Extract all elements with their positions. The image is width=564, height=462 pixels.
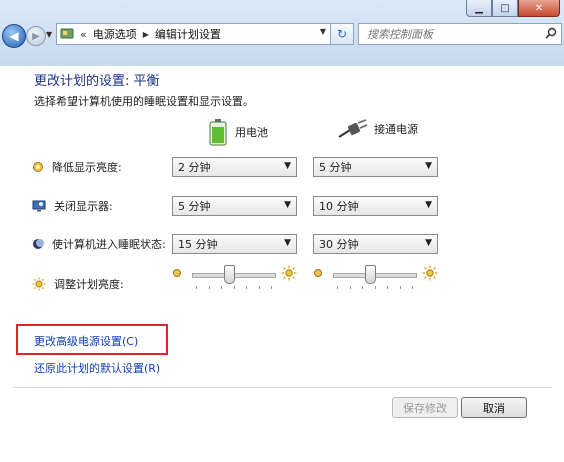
title-address-bar: ▁ □ ✕ ◀ ▶ ▼ « 电源选项 ▶ 编辑计划设置 ▼ ↻ <box>0 0 564 66</box>
arrow-left-icon: ◀ <box>9 29 19 43</box>
slider-thumb[interactable] <box>224 265 236 284</box>
close-button[interactable]: ✕ <box>518 0 560 17</box>
slider-thumb[interactable] <box>365 265 377 284</box>
brightness-high-icon <box>422 265 438 281</box>
chevron-down-icon: ▼ <box>284 200 291 210</box>
back-button[interactable]: ◀ <box>2 24 26 48</box>
brightness-low-icon <box>173 269 181 277</box>
address-overflow-chevron[interactable]: « <box>80 28 87 41</box>
turn-off-display-plugged-in-value: 10 分钟 <box>319 200 359 213</box>
power-plug-icon <box>338 119 368 138</box>
breadcrumb-edit-plan-settings[interactable]: 编辑计划设置 <box>155 26 221 42</box>
footer-divider <box>12 387 552 388</box>
sleep-plugged-in-select[interactable]: 30 分钟 ▼ <box>313 234 438 254</box>
breadcrumb-separator-icon[interactable]: ▶ <box>143 30 149 39</box>
brightness-label: 调整计划亮度: <box>54 278 124 291</box>
search-input[interactable] <box>365 26 539 42</box>
recent-pages-dropdown[interactable]: ▼ <box>46 30 52 39</box>
turn-off-display-plugged-in-select[interactable]: 10 分钟 ▼ <box>313 196 438 216</box>
sleep-battery-select[interactable]: 15 分钟 ▼ <box>172 234 297 254</box>
window-controls: ▁ □ ✕ <box>466 0 560 18</box>
minimize-button[interactable]: ▁ <box>466 0 492 17</box>
control-panel-icon <box>60 28 74 39</box>
page-description: 选择希望计算机使用的睡眠设置和显示设置。 <box>34 95 254 108</box>
forward-button[interactable]: ▶ <box>26 26 46 46</box>
sleep-plugged-in-value: 30 分钟 <box>319 238 359 251</box>
slider-ticks <box>196 286 272 289</box>
chevron-down-icon: ▼ <box>425 238 432 248</box>
chevron-down-icon: ▼ <box>284 238 291 248</box>
slider-ticks <box>337 286 413 289</box>
row-label-turn-off-display: 关闭显示器: <box>32 198 113 214</box>
turn-off-display-label: 关闭显示器: <box>54 200 113 213</box>
row-label-brightness: 调整计划亮度: <box>32 276 124 292</box>
minimize-icon: ▁ <box>475 2 483 14</box>
page-title: 更改计划的设置: 平衡 <box>34 74 160 89</box>
row-label-dim-display: 降低显示亮度: <box>32 159 122 175</box>
save-changes-button[interactable]: 保存修改 <box>392 397 458 418</box>
close-icon: ✕ <box>534 2 544 14</box>
brightness-sun-icon <box>32 277 46 291</box>
chevron-down-icon: ▼ <box>425 161 432 171</box>
monitor-icon <box>32 200 46 212</box>
sleep-label: 使计算机进入睡眠状态: <box>52 238 166 251</box>
arrow-right-icon: ▶ <box>32 30 40 42</box>
turn-off-display-battery-select[interactable]: 5 分钟 ▼ <box>172 196 297 216</box>
sleep-battery-value: 15 分钟 <box>178 238 218 251</box>
dim-display-plugged-in-select[interactable]: 5 分钟 ▼ <box>313 157 438 177</box>
search-icon[interactable] <box>545 27 557 39</box>
refresh-icon: ↻ <box>336 27 348 41</box>
restore-defaults-link[interactable]: 还原此计划的默认设置(R) <box>34 360 160 376</box>
maximize-button[interactable]: □ <box>492 0 518 17</box>
dim-display-battery-value: 2 分钟 <box>178 161 211 174</box>
brightness-low-icon <box>314 269 322 277</box>
refresh-button[interactable]: ↻ <box>330 23 354 45</box>
address-dropdown-icon[interactable]: ▼ <box>320 27 326 36</box>
maximize-icon: □ <box>500 2 510 14</box>
cancel-button[interactable]: 取消 <box>461 397 527 418</box>
dim-display-label: 降低显示亮度: <box>52 161 122 174</box>
chevron-down-icon: ▼ <box>425 200 432 210</box>
brightness-plugged-in-slider[interactable] <box>313 264 438 290</box>
battery-column-label: 用电池 <box>235 126 268 139</box>
brightness-high-icon <box>281 265 297 281</box>
turn-off-display-battery-value: 5 分钟 <box>178 200 211 213</box>
dim-display-plugged-in-value: 5 分钟 <box>319 161 352 174</box>
dim-brightness-icon <box>33 162 43 172</box>
chevron-down-icon: ▼ <box>284 161 291 171</box>
column-header-plugged-in: 接通电源 <box>338 118 418 140</box>
sleep-moon-icon <box>33 239 44 249</box>
plugged-in-column-label: 接通电源 <box>374 123 418 136</box>
row-label-sleep: 使计算机进入睡眠状态: <box>32 236 166 252</box>
battery-icon <box>209 119 227 146</box>
search-box[interactable] <box>358 23 562 45</box>
address-bar[interactable]: « 电源选项 ▶ 编辑计划设置 ▼ <box>56 23 331 45</box>
dim-display-battery-select[interactable]: 2 分钟 ▼ <box>172 157 297 177</box>
advanced-power-settings-link[interactable]: 更改高级电源设置(C) <box>34 333 138 349</box>
breadcrumb-power-options[interactable]: 电源选项 <box>93 26 137 42</box>
brightness-battery-slider[interactable] <box>172 264 297 290</box>
column-header-battery: 用电池 <box>207 118 268 146</box>
